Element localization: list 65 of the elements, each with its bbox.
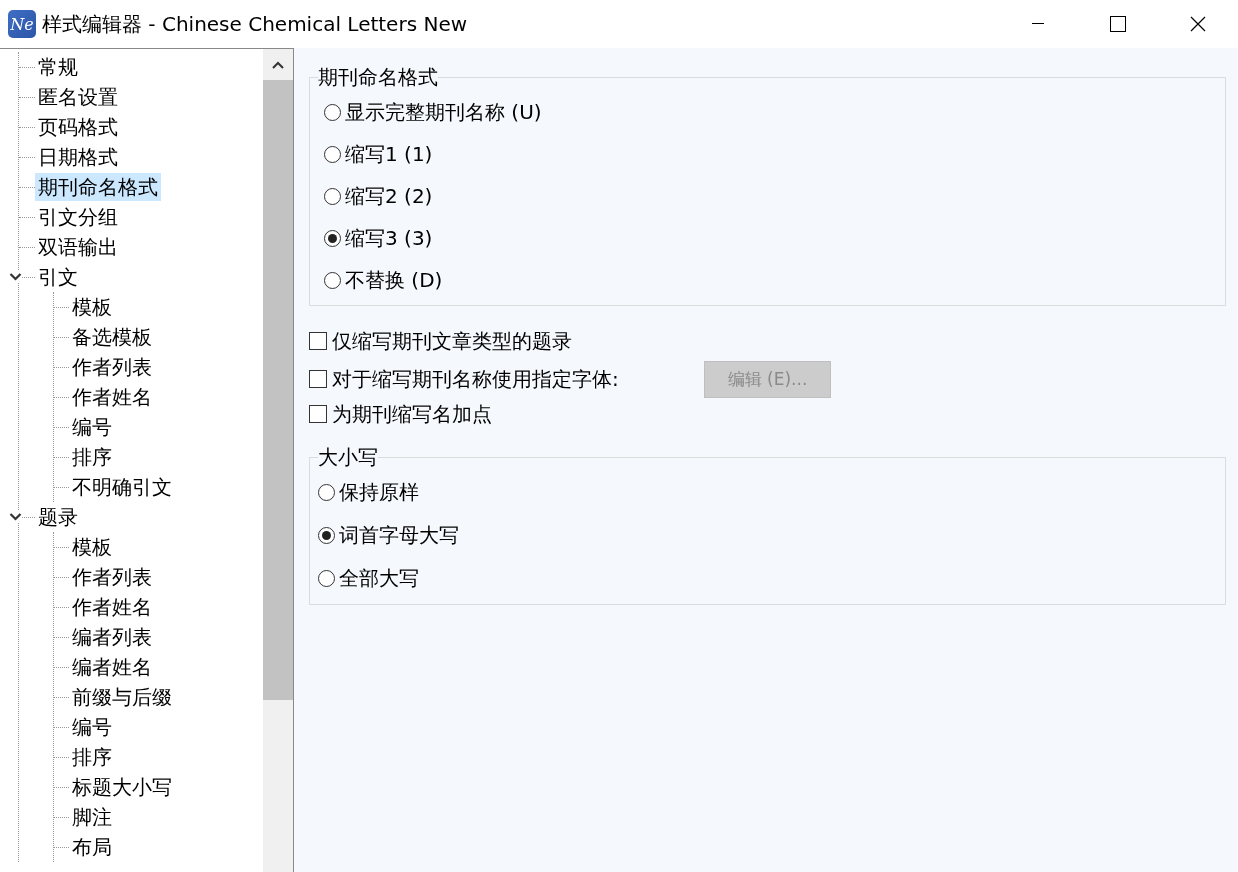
tree-item[interactable]: 引文分组 [35, 203, 121, 231]
checkbox-option[interactable]: 为期刊缩写名加点 [309, 400, 704, 428]
maximize-icon [1110, 16, 1126, 32]
checkbox[interactable] [309, 332, 327, 350]
tree-item[interactable]: 日期格式 [35, 143, 121, 171]
scrollbar-thumb[interactable] [263, 80, 293, 700]
radio-button[interactable] [318, 527, 335, 544]
tree-item[interactable]: 模板 [69, 533, 115, 561]
tree-item[interactable]: 作者姓名 [69, 383, 155, 411]
checkbox-label: 对于缩写期刊名称使用指定字体: [332, 365, 619, 393]
radio-button[interactable] [318, 570, 335, 587]
radio-button[interactable] [324, 229, 341, 247]
checkbox-label: 为期刊缩写名加点 [332, 400, 492, 428]
tree-item[interactable]: 匿名设置 [35, 83, 121, 111]
radio-button[interactable] [324, 187, 341, 205]
minimize-icon [1032, 23, 1044, 25]
radio-button[interactable] [324, 271, 341, 289]
radio-option[interactable]: 缩写1 (1) [324, 140, 433, 168]
tree-item[interactable]: 模板 [69, 293, 115, 321]
tree-item[interactable]: 常规 [35, 53, 81, 81]
tree-item[interactable]: 双语输出 [35, 233, 121, 261]
app-logo: Ne [8, 10, 36, 38]
radio-option[interactable]: 缩写2 (2) [324, 182, 433, 210]
radio-label: 保持原样 [339, 479, 419, 506]
checkbox[interactable] [309, 370, 327, 388]
radio-label: 缩写2 (2) [345, 182, 433, 210]
tree-item[interactable]: 排序 [69, 443, 115, 471]
chevron-up-icon [272, 60, 284, 69]
radio-label: 全部大写 [339, 565, 419, 592]
tree-item[interactable]: 作者列表 [69, 563, 155, 591]
checkbox-option[interactable]: 对于缩写期刊名称使用指定字体: [309, 365, 704, 393]
tree-item[interactable]: 题录 [35, 503, 81, 531]
tree-item[interactable]: 作者姓名 [69, 593, 155, 621]
tree-item[interactable]: 排序 [69, 743, 115, 771]
tree-item[interactable]: 不明确引文 [69, 473, 175, 501]
group-title: 期刊命名格式 [318, 64, 438, 91]
tree-item[interactable]: 页码格式 [35, 113, 121, 141]
radio-button[interactable] [318, 484, 335, 501]
tree-item[interactable]: 编者列表 [69, 623, 155, 651]
radio-option[interactable]: 缩写3 (3) [324, 224, 433, 252]
radio-label: 不替换 (D) [345, 266, 443, 294]
close-icon [1190, 16, 1206, 32]
radio-button[interactable] [324, 145, 341, 163]
tree-item[interactable]: 备选模板 [69, 323, 155, 351]
tree-item[interactable]: 编者姓名 [69, 653, 155, 681]
tree-item[interactable]: 布局 [69, 833, 115, 861]
checkbox-option[interactable]: 仅缩写期刊文章类型的题录 [309, 327, 704, 355]
tree-item[interactable]: 标题大小写 [69, 773, 175, 801]
radio-option[interactable]: 不替换 (D) [324, 266, 443, 294]
checkbox[interactable] [309, 405, 327, 423]
radio-label: 缩写3 (3) [345, 224, 433, 252]
radio-label: 缩写1 (1) [345, 140, 433, 168]
checkbox-label: 仅缩写期刊文章类型的题录 [332, 327, 572, 355]
window-title: 样式编辑器 - Chinese Chemical Letters New [42, 10, 469, 38]
tree-item[interactable]: 脚注 [69, 803, 115, 831]
group-title: 大小写 [318, 444, 378, 471]
radio-option[interactable]: 全部大写 [318, 565, 419, 592]
tree-item[interactable]: 作者列表 [69, 353, 155, 381]
tree-item[interactable]: 编号 [69, 713, 115, 741]
tree-item[interactable]: 引文 [35, 263, 81, 291]
tree-item[interactable]: 编号 [69, 413, 115, 441]
radio-button[interactable] [324, 103, 341, 121]
tree-item[interactable]: 期刊命名格式 [35, 173, 161, 201]
tree-item[interactable]: 前缀与后缀 [69, 683, 175, 711]
radio-option[interactable]: 保持原样 [318, 479, 419, 506]
